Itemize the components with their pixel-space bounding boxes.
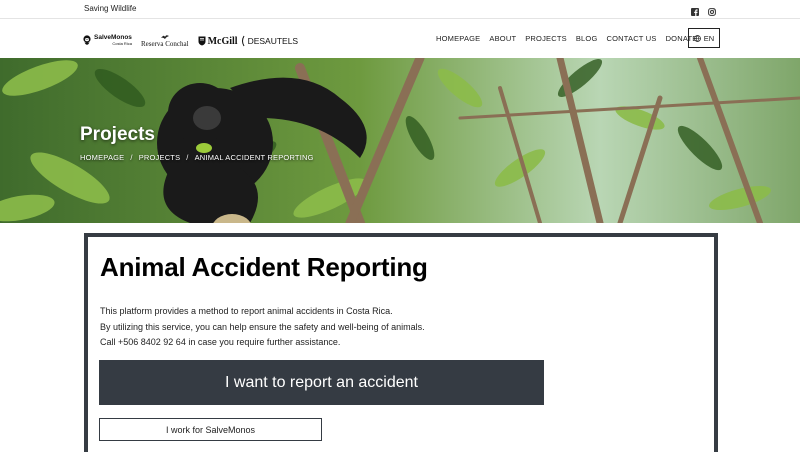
language-selector[interactable]: EN bbox=[688, 28, 720, 48]
nav-contact-us[interactable]: CONTACT US bbox=[607, 34, 657, 43]
breadcrumb-separator: / bbox=[186, 153, 189, 162]
intro-line: This platform provides a method to repor… bbox=[100, 306, 393, 316]
nav-homepage[interactable]: HOMEPAGE bbox=[436, 34, 480, 43]
main-menu: HOMEPAGE ABOUT PROJECTS BLOG CONTACT US … bbox=[436, 34, 697, 43]
main-navbar: SalveMonos Costa Rica Reserva Conchal McG… bbox=[0, 20, 800, 58]
hero-title: Projects bbox=[80, 124, 155, 145]
breadcrumb-projects[interactable]: PROJECTS bbox=[139, 153, 181, 162]
reserva-name: Reserva Conchal bbox=[140, 40, 189, 48]
crest-icon bbox=[198, 36, 206, 46]
breadcrumb-separator: / bbox=[130, 153, 133, 162]
breadcrumb-homepage[interactable]: HOMEPAGE bbox=[80, 153, 124, 162]
report-accident-button[interactable]: I want to report an accident bbox=[99, 360, 544, 405]
salvemonos-staff-button[interactable]: I work for SalveMonos bbox=[99, 418, 322, 441]
mcgill-logo[interactable]: McGill DESAUTELS bbox=[198, 35, 299, 47]
logo-divider bbox=[241, 35, 244, 47]
intro-text: This platform provides a method to repor… bbox=[100, 304, 425, 351]
salvemonos-name: SalveMonos bbox=[94, 34, 132, 41]
salvemonos-sub: Costa Rica bbox=[112, 41, 132, 46]
monkey-logo-icon bbox=[83, 35, 91, 45]
hero-banner: Projects HOMEPAGE / PROJECTS / ANIMAL AC… bbox=[0, 58, 800, 223]
intro-line: Call +506 8402 92 64 in case you require… bbox=[100, 337, 341, 347]
report-card: Animal Accident Reporting This platform … bbox=[84, 233, 718, 452]
intro-line: By utilizing this service, you can help … bbox=[100, 321, 425, 332]
partner-logos: SalveMonos Costa Rica Reserva Conchal McG… bbox=[82, 34, 298, 48]
mcgill-name: McGill bbox=[207, 35, 238, 47]
desautels-name: DESAUTELS bbox=[247, 36, 299, 46]
nav-blog[interactable]: BLOG bbox=[576, 34, 598, 43]
instagram-icon[interactable] bbox=[708, 3, 716, 16]
reserva-conchal-logo[interactable]: Reserva Conchal bbox=[141, 34, 189, 48]
globe-icon bbox=[693, 34, 701, 42]
salvemonos-logo[interactable]: SalveMonos Costa Rica bbox=[82, 34, 132, 47]
breadcrumb: HOMEPAGE / PROJECTS / ANIMAL ACCIDENT RE… bbox=[80, 153, 314, 162]
site-tagline: Saving Wildlife bbox=[84, 4, 137, 13]
nav-about[interactable]: ABOUT bbox=[489, 34, 516, 43]
social-links bbox=[691, 3, 716, 16]
page-title: Animal Accident Reporting bbox=[100, 252, 428, 282]
top-bar: Saving Wildlife bbox=[0, 0, 800, 19]
nav-projects[interactable]: PROJECTS bbox=[525, 34, 567, 43]
breadcrumb-current: ANIMAL ACCIDENT REPORTING bbox=[194, 153, 314, 162]
language-label: EN bbox=[703, 33, 715, 43]
facebook-icon[interactable] bbox=[691, 3, 699, 16]
